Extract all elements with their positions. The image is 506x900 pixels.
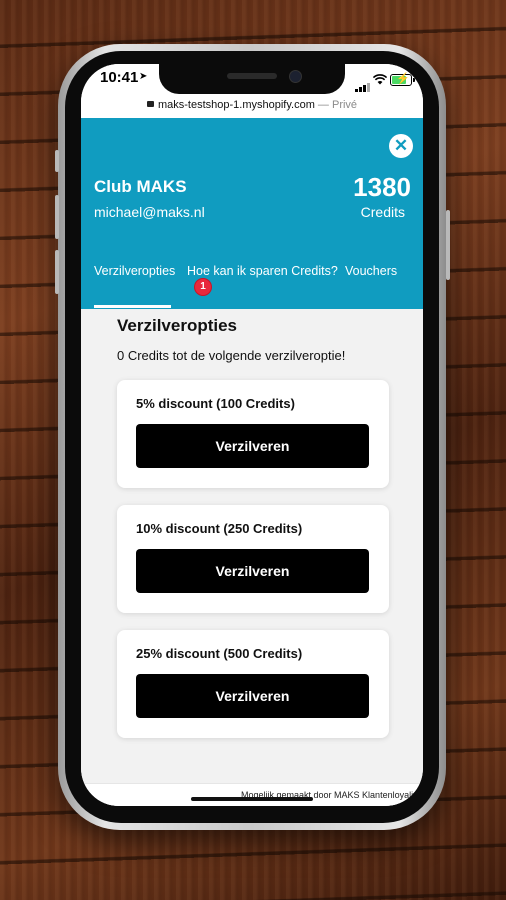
section-title: Verzilveropties xyxy=(117,316,238,335)
redeem-button[interactable]: Verzilveren xyxy=(136,674,369,718)
redeem-option-title: 5% discount (100 Credits) xyxy=(136,396,295,411)
front-camera xyxy=(289,70,302,83)
mute-switch xyxy=(55,150,59,172)
notch xyxy=(159,64,345,94)
lock-icon xyxy=(146,101,154,108)
close-icon: ✕ xyxy=(393,136,409,155)
url-separator: — xyxy=(314,99,332,111)
redeem-button[interactable]: Verzilveren xyxy=(136,424,369,468)
address-bar[interactable]: maks-testshop-1.myshopify.com — Privé xyxy=(81,92,423,119)
wifi-icon xyxy=(372,72,388,90)
redeem-option-card: 5% discount (100 Credits) Verzilveren xyxy=(117,380,389,488)
redeem-option-card: 25% discount (500 Credits) Verzilveren xyxy=(117,630,389,738)
location-arrow-icon: ➤ xyxy=(139,71,148,82)
phone-screen: 10:41 ➤ ⚡ maks-testshop-1.myshopify.com … xyxy=(81,64,423,806)
tab-verzilveropties[interactable]: Verzilveropties xyxy=(94,264,175,278)
tab-hoe-kan-ik-sparen[interactable]: Hoe kan ik sparen Credits? xyxy=(187,264,338,278)
redeem-option-title: 10% discount (250 Credits) xyxy=(136,521,303,536)
footer: Mogelijk gemaakt door MAKS Klantenloyali… xyxy=(81,783,423,806)
home-indicator xyxy=(191,797,313,801)
redeem-option-title: 25% discount (500 Credits) xyxy=(136,646,303,661)
club-name: Club MAKS xyxy=(94,177,187,196)
status-time: 10:41 xyxy=(100,69,139,86)
private-mode-label: Privé xyxy=(331,99,358,111)
main-content: Verzilveropties 0 Credits tot de volgend… xyxy=(81,309,423,806)
notification-badge: 1 xyxy=(194,278,212,296)
battery-icon: ⚡ xyxy=(390,73,415,86)
tab-vouchers[interactable]: Vouchers xyxy=(345,264,397,278)
signal-icon xyxy=(355,74,371,92)
volume-up-button xyxy=(55,195,59,239)
member-email: michael@maks.nl xyxy=(94,204,205,220)
credits-to-next-option: 0 Credits tot de volgende verzilveroptie… xyxy=(117,348,346,363)
power-button xyxy=(446,210,450,280)
loyalty-header: ✕ Club MAKS michael@maks.nl 1380 Credits… xyxy=(81,118,423,309)
close-button[interactable]: ✕ xyxy=(389,134,413,158)
credits-balance: 1380 xyxy=(353,172,411,202)
url-text: maks-testshop-1.myshopify.com xyxy=(157,99,315,111)
credits-label: Credits xyxy=(360,204,405,220)
redeem-option-card: 10% discount (250 Credits) Verzilveren xyxy=(117,505,389,613)
volume-down-button xyxy=(55,250,59,294)
active-tab-indicator xyxy=(94,305,171,308)
speaker-grille xyxy=(227,73,277,79)
redeem-button[interactable]: Verzilveren xyxy=(136,549,369,593)
